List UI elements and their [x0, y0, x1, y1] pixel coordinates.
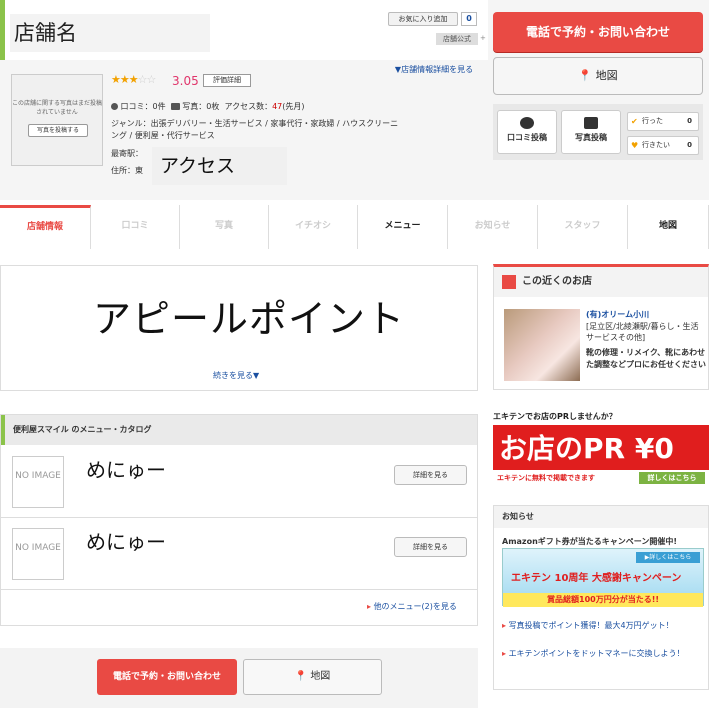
access-suffix: (先月) [282, 102, 305, 111]
news-panel: お知らせ Amazonギフト券が当たるキャンペーン開催中! ▶詳しくはこちら エ… [493, 505, 709, 690]
speech-bubble-icon [520, 117, 534, 129]
call-reserve-button[interactable]: 電話で予約・お問い合わせ [493, 12, 703, 52]
nearby-shop-image[interactable] [504, 309, 580, 381]
review-icon [111, 103, 118, 110]
campaign-banner-title: エキテン 10周年 大感謝キャンペーン [511, 573, 682, 584]
tab-map[interactable]: 地図 [628, 205, 709, 249]
news-link[interactable]: エキテンポイントをドットマネーに交換しよう！ [502, 648, 707, 660]
heart-icon: ♥ [631, 141, 639, 150]
want-count: 0 [687, 141, 692, 149]
campaign-banner-foot: 賞品総額100万円分が当たる!! [503, 593, 703, 607]
went-label: 行った [642, 117, 663, 125]
tab-menu[interactable]: メニュー [358, 205, 448, 249]
post-photo-label: 写真投稿 [575, 133, 607, 142]
list-item: NO IMAGE めにゅー 詳細を見る [1, 518, 477, 590]
tab-bar: 店舗情報 口コミ 写真 イチオシ メニュー お知らせ スタッフ 地図 [0, 205, 709, 249]
bottom-call-button[interactable]: 電話で予約・お問い合わせ [97, 659, 237, 695]
no-image-placeholder: NO IMAGE [12, 456, 64, 508]
other-menu-label: 他のメニュー(2)を見る [373, 602, 457, 611]
rating-value: 3.05 [172, 74, 199, 88]
star-empty-icon: ☆☆ [137, 73, 157, 86]
shop-stats: 口コミ：0件 写真：0枚 アクセス数：47(先月) [111, 101, 305, 112]
rating-detail-button[interactable]: 評価詳細 [203, 74, 251, 87]
map-pin-icon: 📍 [578, 69, 593, 82]
read-more-link[interactable]: 続きを見る▼ [213, 370, 259, 381]
bottom-map-button[interactable]: 📍 地図 [243, 659, 382, 695]
photo-count: 写真：0枚 [182, 102, 220, 111]
news-link[interactable]: 写真投稿でポイント獲得！最大4万円ゲット！ [502, 620, 707, 632]
address-text: 住所：東 [111, 166, 143, 175]
photo-note: この店舗に関する写真はまだ投稿されていません [12, 100, 103, 116]
tab-staff[interactable]: スタッフ [538, 205, 628, 249]
shop-icon [502, 275, 516, 289]
nearby-shop-desc: 靴の修理・リメイク、靴にあわせた調整などプロにお任せください [586, 348, 706, 369]
campaign-title: Amazonギフト券が当たるキャンペーン開催中! [502, 537, 678, 546]
nearby-shop-area: [足立区/北綾瀬駅/暮らし・生活サービスその他] [586, 322, 699, 342]
check-icon: ✔ [631, 117, 638, 126]
map-button-label: 地図 [595, 69, 618, 82]
star-filled-icon: ★★★ [111, 73, 139, 86]
pr-more-button[interactable]: 詳しくはこちら [639, 472, 705, 484]
access-label: アクセス数： [224, 102, 273, 111]
tab-news[interactable]: お知らせ [448, 205, 538, 249]
campaign-detail-button[interactable]: ▶詳しくはこちら [636, 552, 700, 563]
other-menu-link[interactable]: ▸ 他のメニュー(2)を見る [367, 601, 457, 612]
camera-icon [584, 117, 598, 129]
access-overlay: アクセス [152, 147, 287, 185]
post-photo-action-button[interactable]: 写真投稿 [561, 110, 621, 154]
official-badge: 店舗公式 [436, 33, 478, 45]
pr-banner-title: お店のPR ¥0 [499, 432, 674, 465]
post-photo-button[interactable]: 写真を投稿する [28, 124, 88, 137]
post-review-button[interactable]: 口コミ投稿 [497, 110, 557, 154]
favorite-count: 0 [461, 12, 477, 26]
genre-text: ジャンル：出張デリバリー・生活サービス / 家事代行・家政婦 / ハウスクリーニ… [111, 119, 399, 140]
menu-detail-button[interactable]: 詳細を見る [394, 537, 467, 557]
tab-photos[interactable]: 写真 [180, 205, 269, 249]
add-favorite-button[interactable]: お気に入り追加 [388, 12, 458, 26]
access-count: 47 [272, 102, 283, 111]
bottom-map-label: 地図 [310, 671, 331, 682]
nearby-shop-link[interactable]: (有)オリーム小川 [586, 309, 649, 320]
tab-reviews[interactable]: 口コミ [91, 205, 180, 249]
bottom-action-band [0, 648, 478, 708]
post-review-label: 口コミ投稿 [507, 133, 547, 142]
tab-shop-info[interactable]: 店舗情報 [0, 205, 91, 249]
tab-recommend[interactable]: イチオシ [269, 205, 358, 249]
menu-detail-button[interactable]: 詳細を見る [394, 465, 467, 485]
no-image-placeholder: NO IMAGE [12, 528, 64, 580]
rating-stars: ★★★☆☆ [111, 73, 157, 86]
nearby-shops-panel: この近くのお店 (有)オリーム小川 [足立区/北綾瀬駅/暮らし・生活サービスその… [493, 264, 709, 390]
shop-detail-link[interactable]: ▼店舗情報詳細を見る [388, 64, 480, 76]
map-pin-icon: 📍 [294, 671, 308, 682]
menu-item-name: めにゅー [86, 458, 166, 482]
nearby-heading: この近くのお店 [494, 267, 708, 297]
menu-section: 便利屋スマイル のメニュー・カタログ NO IMAGE めにゅー 詳細を見る N… [0, 414, 478, 626]
camera-icon [170, 103, 180, 110]
page-title: 店舗名 [10, 14, 210, 52]
official-arrow: + [480, 34, 486, 42]
list-item: NO IMAGE めにゅー 詳細を見る [1, 446, 477, 518]
map-button[interactable]: 📍 地図 [493, 57, 703, 95]
action-panel: 口コミ投稿 写真投稿 ✔ 行った 0 ♥ 行きたい 0 [493, 104, 703, 160]
want-label: 行きたい [642, 141, 670, 149]
pr-banner[interactable]: お店のPR ¥0 エキテンに無料で掲載できます 詳しくはこちら [493, 425, 709, 487]
menu-heading: 便利屋スマイル のメニュー・カタログ [1, 415, 477, 445]
title-accent-bar [0, 0, 5, 60]
want-button[interactable]: ♥ 行きたい 0 [627, 136, 699, 155]
went-button[interactable]: ✔ 行った 0 [627, 112, 699, 131]
went-count: 0 [687, 117, 692, 125]
menu-item-name: めにゅー [86, 530, 166, 554]
appeal-section: アピールポイント 続きを見る▼ [0, 265, 478, 391]
pr-question: エキテンでお店のPRしませんか？ [493, 412, 617, 421]
review-count: 口コミ：0件 [120, 102, 166, 111]
station-text: 最寄駅： [111, 149, 143, 158]
no-photo-placeholder: この店舗に関する写真はまだ投稿されていません 写真を投稿する [11, 74, 103, 166]
appeal-title: アピールポイント [93, 297, 406, 341]
campaign-banner[interactable]: ▶詳しくはこちら エキテン 10周年 大感謝キャンペーン 賞品総額100万円分が… [502, 548, 704, 607]
news-heading: お知らせ [494, 506, 708, 528]
